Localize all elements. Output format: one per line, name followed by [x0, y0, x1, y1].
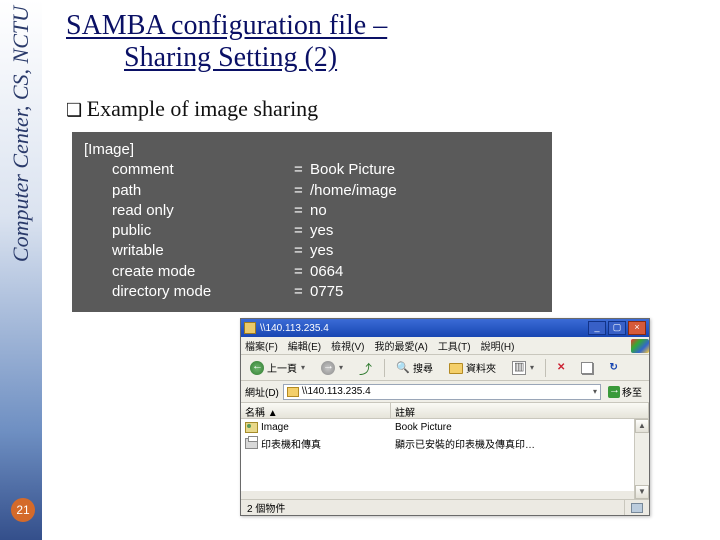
config-key: writable	[84, 241, 294, 261]
up-icon	[359, 361, 373, 375]
menu-favorites[interactable]: 我的最愛(A)	[374, 338, 427, 353]
slide: Computer Center, CS, NCTU 21 SAMBA confi…	[0, 0, 720, 540]
minimize-button[interactable]: _	[588, 321, 606, 335]
search-button[interactable]: 搜尋	[391, 357, 438, 378]
back-button[interactable]: 上一頁 ▾	[245, 357, 310, 378]
undo-button[interactable]: ↻	[604, 359, 622, 376]
config-val: yes	[310, 221, 333, 241]
forward-icon	[321, 361, 335, 375]
copy-icon	[581, 362, 593, 374]
window-title: \\140.113.235.4	[260, 323, 586, 334]
address-bar: 網址(D) \\140.113.235.4 ▾ 移至	[241, 381, 649, 403]
network-icon	[631, 503, 643, 513]
list-item[interactable]: Image Book Picture	[241, 419, 649, 435]
undo-icon: ↻	[609, 362, 617, 373]
close-button[interactable]: ×	[628, 321, 646, 335]
sidebar: Computer Center, CS, NCTU 21	[0, 0, 42, 540]
config-key: path	[84, 181, 294, 201]
printer-icon	[245, 438, 258, 449]
go-button[interactable]: 移至	[605, 383, 645, 400]
menu-file[interactable]: 檔案(F)	[245, 338, 278, 353]
status-count: 2 個物件	[241, 500, 625, 515]
config-val: 0664	[310, 262, 343, 282]
address-input[interactable]: \\140.113.235.4 ▾	[283, 384, 601, 400]
folders-button[interactable]: 資料夾	[444, 357, 501, 378]
list-item[interactable]: 印表機和傳真 顯示已安裝的印表機及傳真印…	[241, 435, 649, 451]
chevron-down-icon: ▾	[530, 363, 534, 372]
address-label: 網址(D)	[245, 384, 279, 399]
list-header: 名稱 ▲ 註解	[241, 403, 649, 419]
vertical-scrollbar[interactable]: ▲ ▼	[634, 419, 649, 499]
sidebar-label: Computer Center, CS, NCTU	[8, 6, 34, 262]
page-number-badge: 21	[11, 498, 35, 522]
delete-button[interactable]: ✕	[552, 359, 570, 376]
explorer-window: \\140.113.235.4 _ ▢ × 檔案(F) 編輯(E) 檢視(V) …	[240, 318, 650, 516]
views-icon	[512, 361, 526, 375]
config-val: yes	[310, 241, 333, 261]
window-icon	[244, 322, 256, 334]
config-code-block: [Image] comment=Book Picture path=/home/…	[72, 132, 552, 312]
chevron-down-icon[interactable]: ▾	[593, 387, 597, 396]
config-val: 0775	[310, 282, 343, 302]
folder-icon	[449, 363, 463, 374]
menu-view[interactable]: 檢視(V)	[331, 338, 364, 353]
share-folder-icon	[245, 422, 258, 433]
status-zone	[625, 500, 649, 515]
views-button[interactable]: ▾	[507, 358, 539, 378]
go-icon	[608, 386, 620, 398]
status-bar: 2 個物件	[241, 499, 649, 515]
config-key: read only	[84, 201, 294, 221]
config-key: public	[84, 221, 294, 241]
column-name[interactable]: 名稱 ▲	[241, 403, 391, 418]
config-key: directory mode	[84, 282, 294, 302]
config-val: /home/image	[310, 181, 397, 201]
config-val: Book Picture	[310, 160, 395, 180]
menu-bar: 檔案(F) 編輯(E) 檢視(V) 我的最愛(A) 工具(T) 說明(H)	[241, 337, 649, 355]
menu-edit[interactable]: 編輯(E)	[288, 338, 321, 353]
scroll-up-button[interactable]: ▲	[635, 419, 649, 433]
toolbar: 上一頁 ▾ ▾ 搜尋 資料夾 ▾ ✕ ↻	[241, 355, 649, 381]
title-line-1: SAMBA configuration file –	[66, 10, 706, 42]
menu-help[interactable]: 說明(H)	[481, 338, 515, 353]
list-body: Image Book Picture 印表機和傳真 顯示已安裝的印表機及傳真印…	[241, 419, 649, 491]
title-line-2: Sharing Setting (2)	[66, 42, 706, 74]
folder-icon	[287, 387, 299, 397]
search-icon	[396, 361, 410, 375]
chevron-down-icon: ▾	[301, 363, 305, 372]
windows-flag-icon	[631, 339, 649, 353]
forward-button[interactable]: ▾	[316, 358, 348, 378]
copy-button[interactable]	[576, 359, 598, 377]
menu-tools[interactable]: 工具(T)	[438, 338, 471, 353]
content: SAMBA configuration file – Sharing Setti…	[66, 10, 706, 312]
config-val: no	[310, 201, 327, 221]
config-key: comment	[84, 160, 294, 180]
delete-icon: ✕	[557, 362, 565, 373]
bullet-text: Example of image sharing	[66, 96, 706, 122]
chevron-down-icon: ▾	[339, 363, 343, 372]
config-key: create mode	[84, 262, 294, 282]
slide-title: SAMBA configuration file – Sharing Setti…	[66, 10, 706, 74]
window-titlebar[interactable]: \\140.113.235.4 _ ▢ ×	[241, 319, 649, 337]
config-header: [Image]	[84, 140, 134, 160]
scroll-down-button[interactable]: ▼	[635, 485, 649, 499]
column-desc[interactable]: 註解	[391, 403, 649, 418]
back-icon	[250, 361, 264, 375]
address-value: \\140.113.235.4	[302, 386, 371, 397]
maximize-button[interactable]: ▢	[608, 321, 626, 335]
up-button[interactable]	[354, 358, 378, 378]
